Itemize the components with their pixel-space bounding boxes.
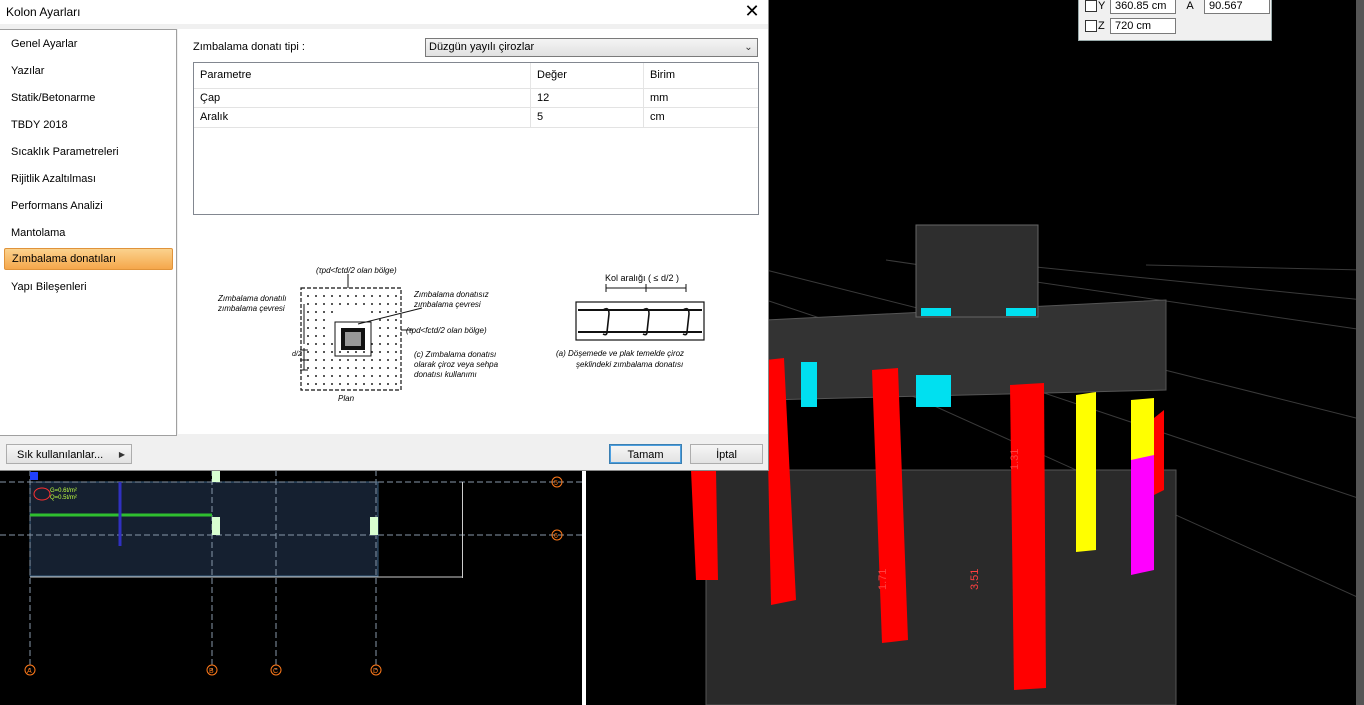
column-label-3: 1.71 [877,569,889,590]
plan-drawing: G=0.6t/m² Q=0.5t/m² 5 6 A B C D [0,470,582,676]
norebar-perimeter-label-1: Zımbalama donatısız [413,290,489,299]
angle-field[interactable]: 90.567 [1204,0,1270,14]
parameter-table: Parametre Değer Birim Çap 12 mm Aralık 5… [193,62,759,215]
ok-button[interactable]: Tamam [609,444,682,464]
column-label-1: 1.31 [1009,449,1021,470]
column-header-unit[interactable]: Birim [644,63,758,88]
norebar-perimeter-label-2: zımbalama çevresi [413,300,481,309]
zone-top-label: (τpd<fctd/2 olan bölge) [316,266,397,275]
settings-category-list: Genel Ayarlar Yazılar Statik/Betonarme T… [0,29,177,436]
table-row[interactable]: Çap 12 mm [194,88,758,108]
column-label-2: 3.51 [969,569,981,590]
row-parameter-cell: Çap [194,89,531,108]
column-settings-dialog: Kolon Ayarları ✕ Genel Ayarlar Yazılar S… [0,0,769,471]
nav-item-punching-rebar[interactable]: Zımbalama donatıları [4,248,173,270]
nav-item-temperature[interactable]: Sıcaklık Parametreleri [4,142,171,163]
row-value-cell[interactable]: 5 [531,108,644,127]
y-lock-checkbox[interactable] [1085,0,1097,12]
nav-item-performance[interactable]: Performans Analizi [4,196,171,217]
chevron-right-icon: ▶ [118,450,125,459]
punching-type-select[interactable]: Düzgün yayılı çirozlar ⌄ [425,38,758,57]
zone-right-label: (τpd<fctd/2 olan bölge) [406,326,487,335]
load-text-2: Q=0.5t/m² [50,495,77,501]
axis-label-a: A [27,668,32,675]
axis-label-c: C [273,668,278,675]
cancel-button[interactable]: İptal [690,444,763,464]
punching-type-label: Zımbalama donatı tipi : [193,41,305,53]
dialog-titlebar[interactable]: Kolon Ayarları ✕ [0,0,768,24]
row-value-cell[interactable]: 12 [531,89,644,108]
caption-a-line-1: (a) Döşemede ve plak temelde çiroz [556,349,684,358]
chevron-down-icon: ⌄ [744,42,753,53]
row-parameter-cell: Aralık [194,108,531,127]
rebar-perimeter-label-1: Zımbalama donatılı [217,294,286,303]
punching-type-value: Düzgün yayılı çirozlar [429,41,535,53]
z-coordinate-field[interactable]: 720 cm [1110,18,1176,34]
plan-view-canvas[interactable]: G=0.6t/m² Q=0.5t/m² 5 6 A B C D [0,470,582,705]
nav-item-tbdy-2018[interactable]: TBDY 2018 [4,115,171,136]
rebar-perimeter-label-2: zımbalama çevresi [217,304,285,313]
column-header-value[interactable]: Değer [531,63,644,88]
y-coordinate-field[interactable]: 360.85 cm [1110,0,1176,14]
caption-c-line-1: (c) Zımbalama donatısı [414,350,496,359]
nav-item-texts[interactable]: Yazılar [4,61,171,82]
favorites-button[interactable]: Sık kullanılanlar... ▶ [6,444,132,464]
row-label-6: 6 [554,533,558,540]
column-header-parameter[interactable]: Parametre [194,63,531,88]
nav-item-jacketing[interactable]: Mantolama [4,223,171,244]
y-axis-label: Y [1098,0,1106,12]
caption-c-line-2: olarak çiroz veya sehpa [414,360,499,369]
nav-item-static-concrete[interactable]: Statik/Betonarme [4,88,171,109]
nav-item-building-components[interactable]: Yapı Bileşenleri [4,277,171,298]
coordinate-panel: Y 360.85 cm A 90.567 Z 720 cm [1078,0,1272,41]
row-unit-cell: cm [650,111,665,123]
nav-item-stiffness-reduction[interactable]: Rijitlik Azaltılması [4,169,171,190]
punching-rebar-illustration: (τpd<fctd/2 olan bölge) (τpd<fctd/2 olan… [217,266,705,403]
nav-item-general[interactable]: Genel Ayarlar [4,34,171,55]
axis-label-d: D [373,668,378,675]
load-text-1: G=0.6t/m² [50,488,77,494]
angle-label: A [1186,0,1194,12]
spacing-label: Kol aralığı ( ≤ d/2 ) [605,273,679,283]
dialog-footer: Sık kullanılanlar... ▶ Tamam İptal [0,436,768,470]
d-half-label: d/2 [292,351,302,358]
close-icon[interactable]: ✕ [742,2,762,22]
table-row[interactable]: Aralık 5 cm [194,107,758,128]
plan-label: Plan [338,394,355,403]
z-lock-checkbox[interactable] [1085,20,1097,32]
settings-content-pane: Zımbalama donatı tipi : Düzgün yayılı çi… [178,29,768,434]
row-label-5: 5 [554,480,558,487]
row-unit-cell: mm [650,92,669,104]
axis-label-b: B [209,668,214,675]
z-axis-label: Z [1098,20,1105,32]
favorites-label: Sık kullanılanlar... [17,449,104,461]
dialog-title: Kolon Ayarları [6,5,81,19]
caption-c-line-3: donatısı kullanımı [414,370,477,379]
caption-a-line-2: şeklindeki zımbalama donatısı [576,360,683,369]
